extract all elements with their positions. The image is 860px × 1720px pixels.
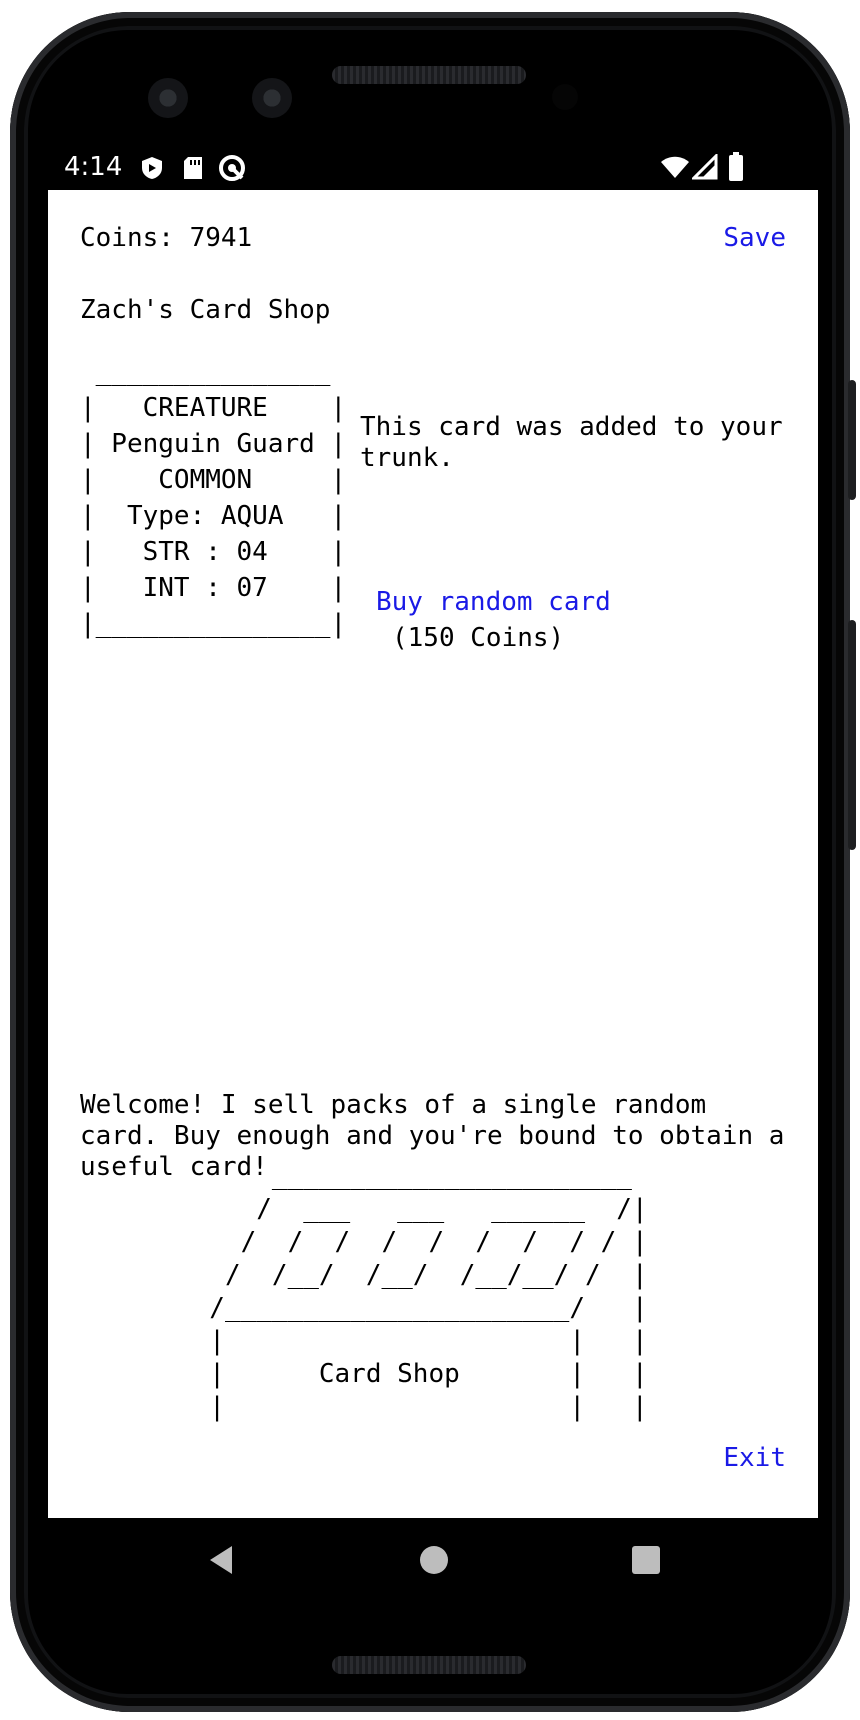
wifi-icon bbox=[661, 156, 689, 178]
shop-art-line: / ___ ___ ______ /| bbox=[178, 1194, 648, 1224]
bottom-speaker bbox=[332, 1656, 526, 1674]
signal-icon bbox=[692, 154, 718, 180]
front-camera-icon bbox=[148, 78, 188, 118]
sd-card-icon bbox=[184, 157, 202, 179]
shop-art-line: /______________________/ | bbox=[178, 1293, 648, 1323]
card-category: | CREATURE | bbox=[80, 393, 347, 423]
card-rarity: | COMMON | bbox=[80, 465, 347, 495]
card-display: _______________ | CREATURE | | Penguin G… bbox=[80, 354, 346, 642]
card-int: | INT : 07 | bbox=[80, 573, 347, 603]
save-button[interactable]: Save bbox=[723, 220, 786, 256]
device-frame: 4:14 Coins: 7941 Save Zach's Card Shop _… bbox=[0, 0, 860, 1720]
front-camera-icon bbox=[252, 78, 292, 118]
home-icon[interactable] bbox=[414, 1540, 454, 1580]
shop-art-line: | | | bbox=[178, 1326, 648, 1356]
volume-button bbox=[848, 620, 856, 850]
card-type: | Type: AQUA | bbox=[80, 501, 347, 531]
card-art-line: |_______________| bbox=[80, 609, 347, 639]
card-shop-screen: Coins: 7941 Save Zach's Card Shop ______… bbox=[48, 190, 818, 1518]
battery-icon bbox=[729, 152, 743, 181]
shield-icon bbox=[142, 157, 162, 179]
back-icon[interactable] bbox=[202, 1540, 242, 1580]
buy-cost-label: (150 Coins) bbox=[392, 623, 565, 653]
exit-button[interactable]: Exit bbox=[723, 1440, 786, 1476]
earpiece-speaker bbox=[332, 66, 526, 84]
page-title: Zach's Card Shop bbox=[80, 295, 331, 325]
screen: 4:14 Coins: 7941 Save Zach's Card Shop _… bbox=[48, 144, 818, 1602]
card-art-line: _______________ bbox=[80, 357, 331, 387]
shop-art-line: | | | bbox=[178, 1392, 648, 1422]
shop-art-line: / /__/ /__/ /__/__/ / | bbox=[178, 1260, 648, 1290]
shop-art-line: _______________________ bbox=[178, 1161, 632, 1191]
sync-icon bbox=[219, 155, 245, 181]
card-added-message: This card was added to your trunk. bbox=[360, 412, 783, 473]
power-button bbox=[848, 380, 856, 500]
buy-random-card-button[interactable]: Buy random card bbox=[376, 584, 611, 620]
status-time: 4:14 bbox=[64, 152, 123, 182]
shop-ascii-art: _______________________ / ___ ___ ______… bbox=[178, 1160, 648, 1424]
navigation-bar bbox=[48, 1518, 818, 1602]
card-name: | Penguin Guard | bbox=[80, 429, 347, 459]
card-str: | STR : 04 | bbox=[80, 537, 347, 567]
shop-art-line: / / / / / / / / / | bbox=[178, 1227, 648, 1257]
status-bar: 4:14 bbox=[48, 144, 818, 190]
recents-icon[interactable] bbox=[626, 1540, 666, 1580]
coins-counter: Coins: 7941 bbox=[80, 223, 253, 253]
shop-sign: | Card Shop | | bbox=[178, 1359, 648, 1389]
proximity-sensor bbox=[552, 84, 578, 110]
